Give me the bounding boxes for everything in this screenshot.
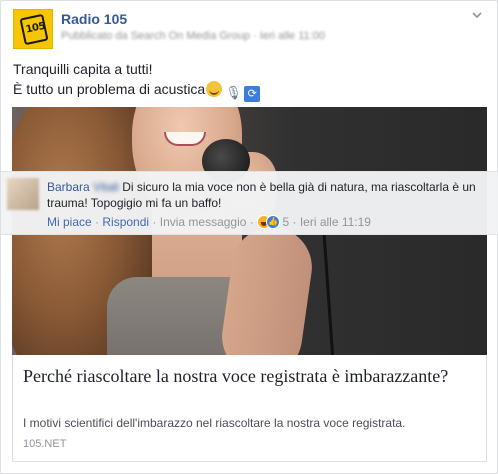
link-domain: 105.NET [23, 438, 67, 450]
microphone-icon: 🎙 [225, 85, 242, 100]
post-message-line1: Tranquilli capita a tutti! [13, 61, 153, 77]
commenter-avatar[interactable] [7, 178, 39, 210]
commenter-surname[interactable]: Vitali [93, 179, 119, 195]
link-preview[interactable]: Perché riascoltare la nostra voce regist… [12, 355, 487, 462]
post-message-line2: È tutto un problema di acustica 🎙 ⟳ [13, 79, 261, 102]
comment-body: Barbara Vitali Di sicuro la mia voce non… [47, 179, 493, 211]
separator: · [91, 215, 103, 229]
separator: · [246, 215, 258, 229]
commenter-name[interactable]: Barbara [47, 180, 90, 194]
separator: · [149, 215, 160, 229]
post-message: Tranquilli capita a tutti! È tutto un pr… [13, 59, 261, 102]
post-card: 105 Radio 105 Pubblicato da Search On Me… [0, 0, 498, 474]
chevron-down-icon[interactable] [471, 9, 485, 23]
comment-reply-link[interactable]: Rispondi [102, 215, 149, 229]
reactions[interactable]: 👍 [257, 215, 281, 229]
comment-message-link[interactable]: Invia messaggio [160, 215, 247, 229]
comment-timestamp[interactable]: Ieri alle 11:19 [300, 215, 371, 229]
post-meta: Pubblicato da Search On Media Group · Ie… [61, 30, 325, 42]
comment: Barbara Vitali Di sicuro la mia voce non… [1, 171, 498, 235]
link-title[interactable]: Perché riascoltare la nostra voce regist… [23, 365, 473, 387]
microphone-cable [321, 217, 336, 355]
radio-105-logo: 105 [19, 13, 49, 46]
page-avatar[interactable]: 105 [13, 9, 53, 49]
like-reaction-icon: 👍 [266, 215, 281, 229]
repeat-arrows-icon: ⟳ [244, 86, 261, 102]
comment-like-link[interactable]: Mi piace [47, 215, 92, 229]
post-header: 105 Radio 105 Pubblicato da Search On Me… [13, 9, 485, 51]
comment-actions: Mi piace · Rispondi · Invia messaggio · … [47, 215, 371, 229]
post-message-line2-text: È tutto un problema di acustica [13, 81, 206, 97]
page-name-link[interactable]: Radio 105 [61, 11, 127, 27]
link-description: I motivi scientifici dell'imbarazzo nel … [23, 416, 406, 430]
smile-icon [206, 81, 223, 97]
separator: · [289, 215, 300, 229]
